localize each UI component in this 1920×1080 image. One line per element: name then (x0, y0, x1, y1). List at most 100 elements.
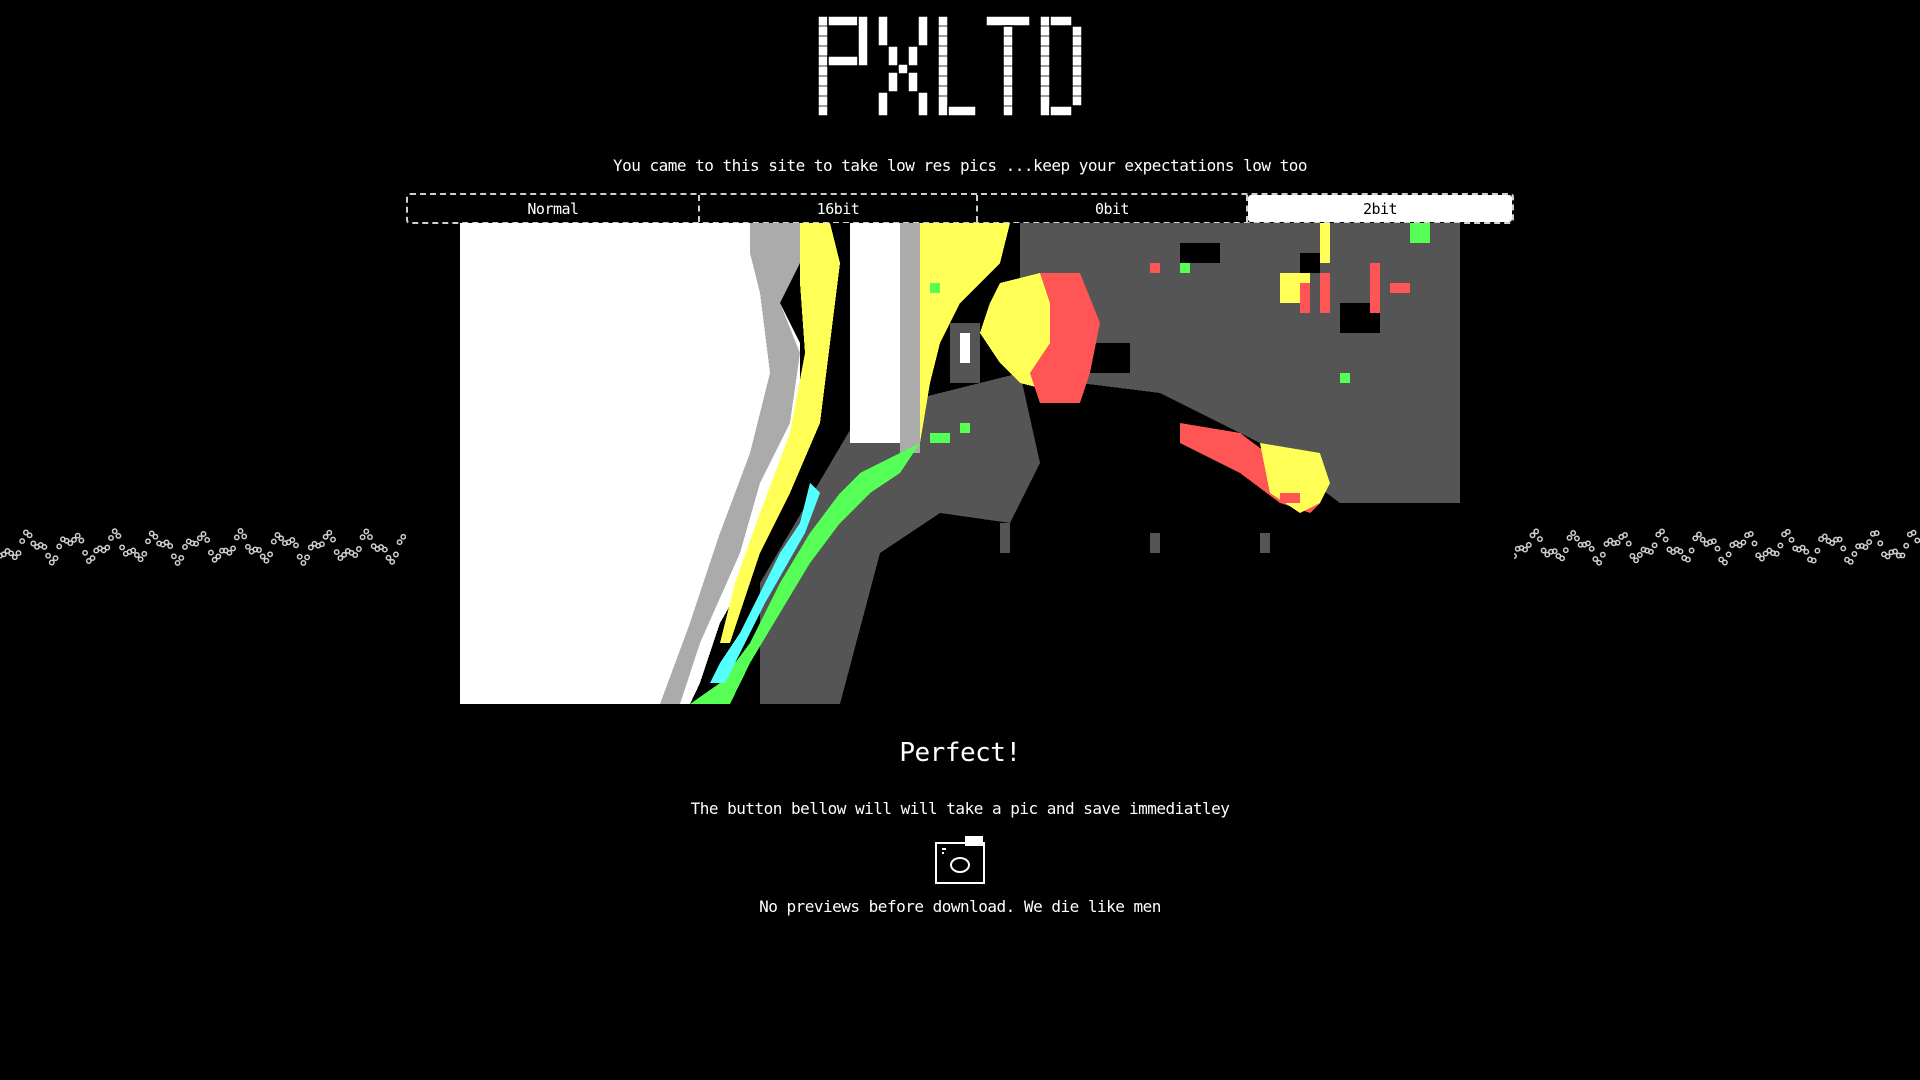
wave-dot (1877, 540, 1884, 547)
wave-dot (1821, 533, 1828, 540)
wave-dot (1851, 550, 1858, 557)
wave-dot (137, 556, 144, 563)
wave-dot (1799, 544, 1806, 551)
wave-dot (1910, 529, 1917, 536)
wave-dot (11, 554, 18, 561)
wave-dot (1629, 553, 1636, 559)
wave-dot (341, 551, 348, 558)
wave-dot (1747, 530, 1754, 537)
wave-dot (1892, 548, 1899, 555)
wave-dot (170, 553, 177, 560)
wave-dot (352, 552, 359, 559)
wave-dot (1810, 557, 1817, 564)
wave-dot (56, 543, 63, 550)
wave-dot (263, 557, 270, 564)
wave-dot (26, 532, 33, 539)
wave-dot (1651, 542, 1658, 549)
wave-dot (1721, 559, 1728, 566)
wave-dot (115, 532, 122, 539)
wave-dot (19, 538, 26, 545)
wave-dot (1688, 547, 1695, 554)
wave-dot (259, 553, 266, 560)
wave-dot (1847, 558, 1854, 565)
wave-dot (1677, 548, 1684, 555)
wave-dot (1684, 556, 1691, 563)
wave-dot (293, 542, 299, 549)
wave-dot (233, 534, 240, 541)
wave-dot (119, 544, 126, 551)
take-picture-button[interactable] (934, 835, 986, 885)
wave-dot (1758, 555, 1765, 562)
wave-dot (1592, 556, 1599, 563)
wave-dot (1662, 536, 1669, 543)
wave-dot (45, 552, 52, 559)
wave-dot (1596, 559, 1603, 566)
wave-dot (1866, 539, 1873, 546)
mode-tabs: Normal 16bit 0bit 2bit (406, 193, 1514, 224)
wave-dot (304, 554, 311, 561)
wave-dot (1836, 536, 1843, 543)
wave-dot (392, 551, 399, 558)
wave-dot (1862, 544, 1869, 551)
footnote-text: No previews before download. We die like… (759, 897, 1161, 916)
wave-dot (1647, 548, 1654, 555)
instructions-text: The button bellow will will take a pic a… (690, 799, 1230, 818)
status-text: Perfect! (899, 738, 1021, 768)
wave-dot (108, 534, 114, 541)
wave-dot (278, 535, 285, 542)
wave-dot (241, 533, 248, 540)
wave-dot (367, 534, 373, 541)
wave-dot (1536, 536, 1543, 543)
wave-dot (322, 533, 329, 540)
decorative-wave-right (1514, 528, 1920, 566)
wave-dot (111, 528, 118, 535)
wave-dot (1710, 538, 1717, 545)
wave-dot (1625, 540, 1632, 547)
wave-dot (1562, 547, 1569, 554)
wave-dot (1566, 534, 1573, 541)
wave-dot (1633, 557, 1640, 564)
wave-dot (15, 550, 22, 557)
wave-dot (1714, 545, 1721, 552)
wave-dot (333, 549, 340, 556)
wave-dot (1773, 550, 1780, 557)
wave-dot (1551, 548, 1558, 555)
wave-dot (256, 547, 262, 553)
wave-dot (1533, 528, 1540, 535)
wave-dot (318, 541, 325, 548)
wave-dot (78, 537, 85, 544)
tab-2bit[interactable]: 2bit (1248, 195, 1512, 222)
wave-dot (196, 535, 203, 542)
wave-dot (141, 550, 148, 557)
wave-dot (48, 559, 55, 566)
tab-16bit[interactable]: 16bit (700, 195, 978, 222)
tab-0bit[interactable]: 0bit (978, 195, 1248, 222)
wave-dot (1622, 532, 1628, 538)
wave-dot (178, 554, 185, 561)
wave-dot (182, 543, 188, 550)
wave-dot (296, 553, 303, 560)
wave-dot (41, 543, 48, 550)
wave-dot (130, 547, 137, 554)
wave-dot (167, 543, 174, 549)
wave-dot (174, 559, 181, 566)
tab-normal[interactable]: Normal (408, 195, 700, 222)
wave-dot (1636, 552, 1643, 558)
wave-dot (1588, 545, 1595, 552)
wave-dot (326, 529, 333, 536)
wave-dot (207, 549, 214, 556)
wave-dot (289, 537, 296, 543)
wave-dot (152, 533, 159, 540)
wave-dot (1529, 532, 1536, 539)
decorative-wave-left (0, 528, 406, 566)
wave-dot (330, 536, 336, 543)
wave-dot (1903, 542, 1910, 549)
wave-dot (1659, 528, 1665, 535)
wave-dot (1599, 551, 1606, 558)
wave-dot (307, 544, 314, 551)
wave-dot (1788, 536, 1795, 543)
wave-dot (163, 539, 170, 546)
wave-dot (1585, 540, 1591, 547)
wave-dot (1884, 553, 1891, 560)
wave-dot (1725, 551, 1732, 558)
